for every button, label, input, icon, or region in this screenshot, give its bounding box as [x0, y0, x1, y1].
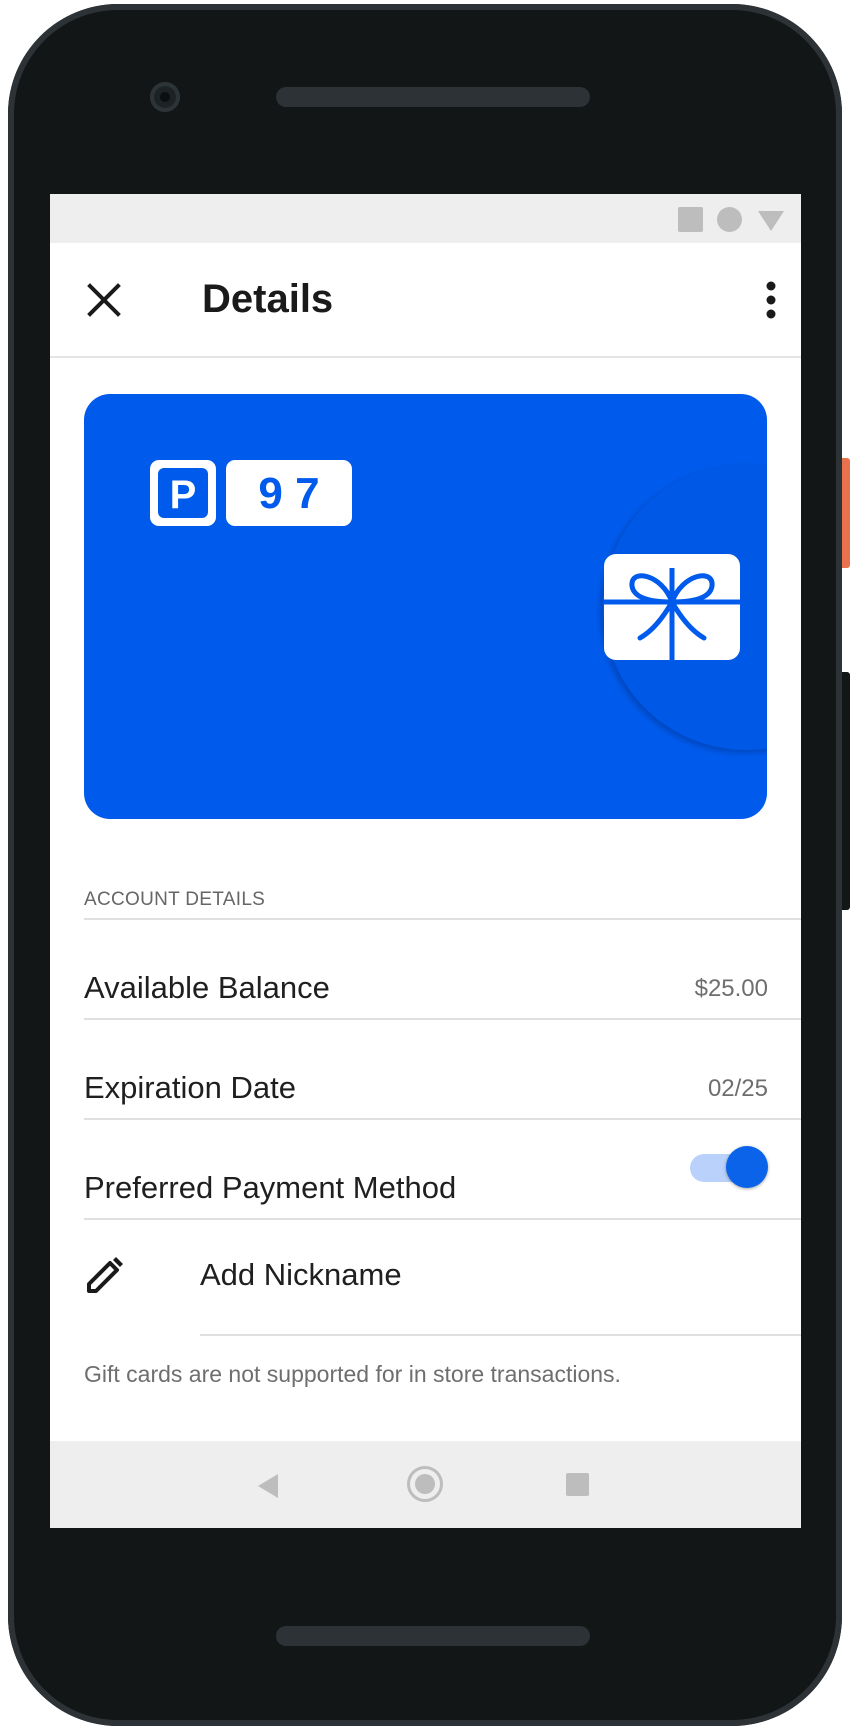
status-bar: [50, 194, 801, 243]
balance-value: $25.00: [694, 975, 768, 1002]
logo-letter: P: [170, 473, 197, 517]
back-icon[interactable]: [258, 1474, 278, 1498]
gift-card-note: Gift cards are not supported for in stor…: [84, 1361, 621, 1387]
more-vert-icon: [766, 281, 776, 319]
divider: [84, 918, 801, 920]
card-logo: P 9 7: [150, 460, 352, 526]
screen: Details P 9 7 ACCOUNT DETAILS Available …: [50, 194, 801, 1528]
section-label-account-details: ACCOUNT DETAILS: [84, 889, 266, 910]
gift-card: P 9 7: [84, 394, 767, 819]
volume-button: [842, 672, 850, 910]
more-options-button[interactable]: [758, 276, 784, 324]
add-nickname-field[interactable]: Add Nickname: [200, 1255, 402, 1295]
gift-card-icon: [604, 554, 740, 660]
status-circle-icon: [717, 207, 742, 232]
expiration-label: Expiration Date: [84, 1070, 296, 1105]
logo-number: 9 7: [258, 469, 319, 518]
expiration-value: 02/25: [707, 1075, 768, 1102]
toggle-thumb: [726, 1146, 768, 1188]
preferred-payment-toggle[interactable]: [690, 1146, 768, 1190]
power-button: [842, 458, 850, 568]
pencil-icon: [87, 1257, 123, 1293]
recent-apps-icon[interactable]: [566, 1473, 589, 1496]
bottom-speaker: [276, 1626, 590, 1646]
divider: [84, 1118, 801, 1120]
divider: [84, 1218, 801, 1220]
front-camera: [150, 82, 180, 112]
close-button[interactable]: [80, 276, 128, 324]
status-square-icon: [678, 207, 703, 232]
preferred-payment-label: Preferred Payment Method: [84, 1170, 457, 1205]
balance-label: Available Balance: [84, 970, 330, 1005]
home-icon[interactable]: [407, 1466, 443, 1502]
status-triangle-icon: [758, 211, 784, 231]
nickname-underline: [200, 1334, 801, 1336]
page-title: Details: [202, 277, 334, 321]
divider: [84, 1018, 801, 1020]
top-speaker: [276, 87, 590, 107]
close-icon: [87, 283, 121, 317]
navigation-bar: [50, 1441, 801, 1528]
app-bar: Details: [50, 243, 801, 358]
